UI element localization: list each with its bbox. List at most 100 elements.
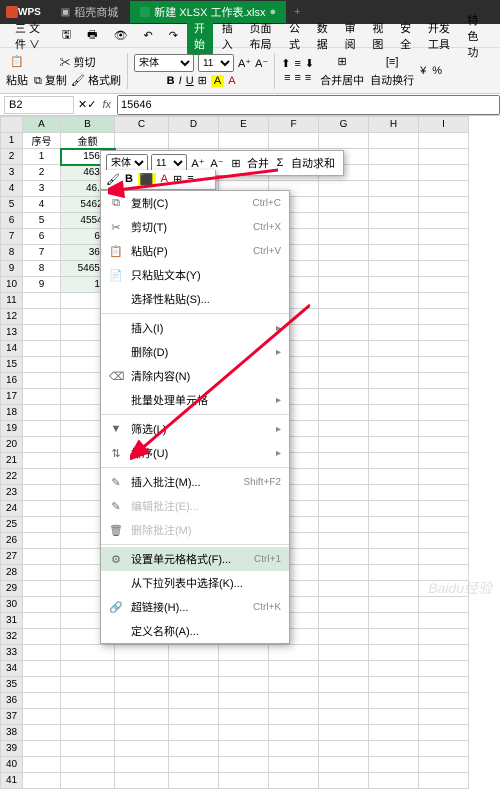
qat-print[interactable]: 🖶 xyxy=(80,23,104,48)
align-right[interactable]: ≡ xyxy=(305,72,311,84)
ctx-icon: 🗑 xyxy=(109,524,123,537)
col-header-B[interactable]: B xyxy=(61,117,115,133)
col-header-F[interactable]: F xyxy=(269,117,319,133)
ctx-label: 编辑批注(E)... xyxy=(131,498,273,514)
ctx-item[interactable]: ⌫清除内容(N) xyxy=(101,364,289,388)
cancel-icon[interactable]: ✕ xyxy=(78,98,87,111)
ctx-shortcut: ▸ xyxy=(276,424,281,435)
increase-font[interactable]: A⁺ xyxy=(238,57,251,70)
mini-format-painter[interactable]: 🖌 xyxy=(106,173,120,186)
cell[interactable]: 序号 xyxy=(23,133,61,149)
copy-button[interactable]: ⧉ 复制 xyxy=(34,72,67,88)
mini-fontcolor[interactable]: A xyxy=(161,173,168,186)
mini-format[interactable]: ⋯ xyxy=(199,173,210,186)
ctx-item: ✎编辑批注(E)... xyxy=(101,494,289,518)
menu-review[interactable]: 审阅 xyxy=(338,17,364,55)
ctx-item[interactable]: ✂剪切(T)Ctrl+X xyxy=(101,215,289,239)
select-all-corner[interactable] xyxy=(1,117,23,133)
border-button[interactable]: ⊞ xyxy=(198,74,207,87)
fill-color-button[interactable]: A xyxy=(211,75,224,87)
italic-button[interactable]: I xyxy=(179,75,182,87)
confirm-icon[interactable]: ✓ xyxy=(87,98,96,111)
ctx-icon: ⚙ xyxy=(109,553,123,566)
qat-save[interactable]: 🖫 xyxy=(55,23,78,48)
menu-view[interactable]: 视图 xyxy=(365,17,391,55)
ctx-label: 删除(D) xyxy=(131,344,268,360)
menu-formula[interactable]: 公式 xyxy=(282,17,308,55)
decrease-font[interactable]: A⁻ xyxy=(255,57,268,70)
col-header-E[interactable]: E xyxy=(219,117,269,133)
paste-button[interactable]: 📋 xyxy=(6,53,28,70)
merge-button[interactable]: ⊞ xyxy=(334,53,351,70)
ctx-item[interactable]: ⇅排序(U)▸ xyxy=(101,441,289,465)
menu-dev[interactable]: 开发工具 xyxy=(421,17,459,55)
size-select[interactable]: 11 xyxy=(198,54,234,72)
ctx-item[interactable]: 选择性粘贴(S)... xyxy=(101,287,289,311)
name-box[interactable] xyxy=(4,96,74,114)
mini-merge[interactable]: ⊞ xyxy=(228,155,244,171)
col-header-C[interactable]: C xyxy=(115,117,169,133)
mini-increase-font[interactable]: A⁺ xyxy=(190,155,206,171)
ctx-item[interactable]: ✎插入批注(M)...Shift+F2 xyxy=(101,470,289,494)
ctx-label: 设置单元格格式(F)... xyxy=(131,551,246,567)
ctx-item[interactable]: 插入(I)▸ xyxy=(101,316,289,340)
align-bot[interactable]: ⬇ xyxy=(305,57,314,70)
ctx-item[interactable]: 批量处理单元格▸ xyxy=(101,388,289,412)
row-header[interactable]: 1 xyxy=(1,133,23,149)
fx-icon[interactable]: fx xyxy=(102,99,111,111)
font-select[interactable]: 宋体 xyxy=(134,54,194,72)
currency-button[interactable]: ¥ xyxy=(420,65,426,77)
ctx-label: 选择性粘贴(S)... xyxy=(131,291,273,307)
ctx-item[interactable]: 🔗超链接(H)...Ctrl+K xyxy=(101,595,289,619)
ctx-shortcut: Ctrl+1 xyxy=(254,554,281,565)
cell[interactable]: 金额 xyxy=(61,133,115,149)
qat-undo[interactable]: ↶ xyxy=(137,26,160,45)
align-top[interactable]: ⬆ xyxy=(281,57,290,70)
menu-security[interactable]: 安全 xyxy=(393,17,419,55)
ctx-item[interactable]: ▼筛选(L)▸ xyxy=(101,417,289,441)
ctx-item[interactable]: 📄只粘贴文本(Y) xyxy=(101,263,289,287)
mini-fill[interactable]: ⬛ xyxy=(138,173,156,186)
col-header-G[interactable]: G xyxy=(319,117,369,133)
format-painter-button[interactable]: 🖌 格式刷 xyxy=(71,72,121,88)
ctx-item[interactable]: 删除(D)▸ xyxy=(101,340,289,364)
menu-insert[interactable]: 插入 xyxy=(215,17,241,55)
ctx-item[interactable]: 从下拉列表中选择(K)... xyxy=(101,571,289,595)
context-menu: ⧉复制(C)Ctrl+C✂剪切(T)Ctrl+X📋粘贴(P)Ctrl+V📄只粘贴… xyxy=(100,190,290,644)
mini-bold[interactable]: B xyxy=(125,173,133,186)
col-header-H[interactable]: H xyxy=(369,117,419,133)
mini-decrease-font[interactable]: A⁻ xyxy=(209,155,225,171)
mini-sum-icon[interactable]: Σ xyxy=(272,155,288,171)
menu-start[interactable]: 开始 xyxy=(187,17,213,55)
menu-data[interactable]: 数据 xyxy=(310,17,336,55)
file-menu[interactable]: 三 文件 ∨ xyxy=(8,17,49,55)
qat-redo[interactable]: ↷ xyxy=(162,26,185,45)
ctx-item[interactable]: ⧉复制(C)Ctrl+C xyxy=(101,191,289,215)
percent-button[interactable]: % xyxy=(432,65,442,77)
menu-layout[interactable]: 页面布局 xyxy=(243,17,281,55)
align-center[interactable]: ≡ xyxy=(294,72,300,84)
align-mid[interactable]: ≡ xyxy=(294,58,300,70)
font-color-button[interactable]: A xyxy=(228,75,235,87)
menu-extra[interactable]: 特色功 xyxy=(460,9,492,63)
align-left[interactable]: ≡ xyxy=(284,72,290,84)
col-header-I[interactable]: I xyxy=(419,117,469,133)
ctx-shortcut: ▸ xyxy=(276,323,281,334)
mini-align[interactable]: ≡ xyxy=(187,173,193,186)
formula-input[interactable] xyxy=(117,95,500,115)
underline-button[interactable]: U xyxy=(186,75,194,87)
qat-preview[interactable]: 👁 xyxy=(107,26,135,45)
paste-group: 📋 粘贴 xyxy=(6,53,28,88)
ctx-item[interactable]: 定义名称(A)... xyxy=(101,619,289,643)
mini-border[interactable]: ⊞ xyxy=(173,173,182,186)
mini-sum-label: 自动求和 xyxy=(291,155,335,171)
ctx-item[interactable]: ⚙ 设置单元格格式(F)... Ctrl+1 xyxy=(101,547,289,571)
cut-button[interactable]: ✂ 剪切 xyxy=(59,54,95,70)
wrap-button[interactable]: [≡] xyxy=(382,54,403,70)
ctx-item[interactable]: 📋粘贴(P)Ctrl+V xyxy=(101,239,289,263)
col-header-A[interactable]: A xyxy=(23,117,61,133)
col-header-D[interactable]: D xyxy=(169,117,219,133)
tab-store[interactable]: ▣ 稻壳商城 xyxy=(51,1,128,23)
bold-button[interactable]: B xyxy=(167,75,175,87)
wrap-label: 自动换行 xyxy=(370,72,414,88)
